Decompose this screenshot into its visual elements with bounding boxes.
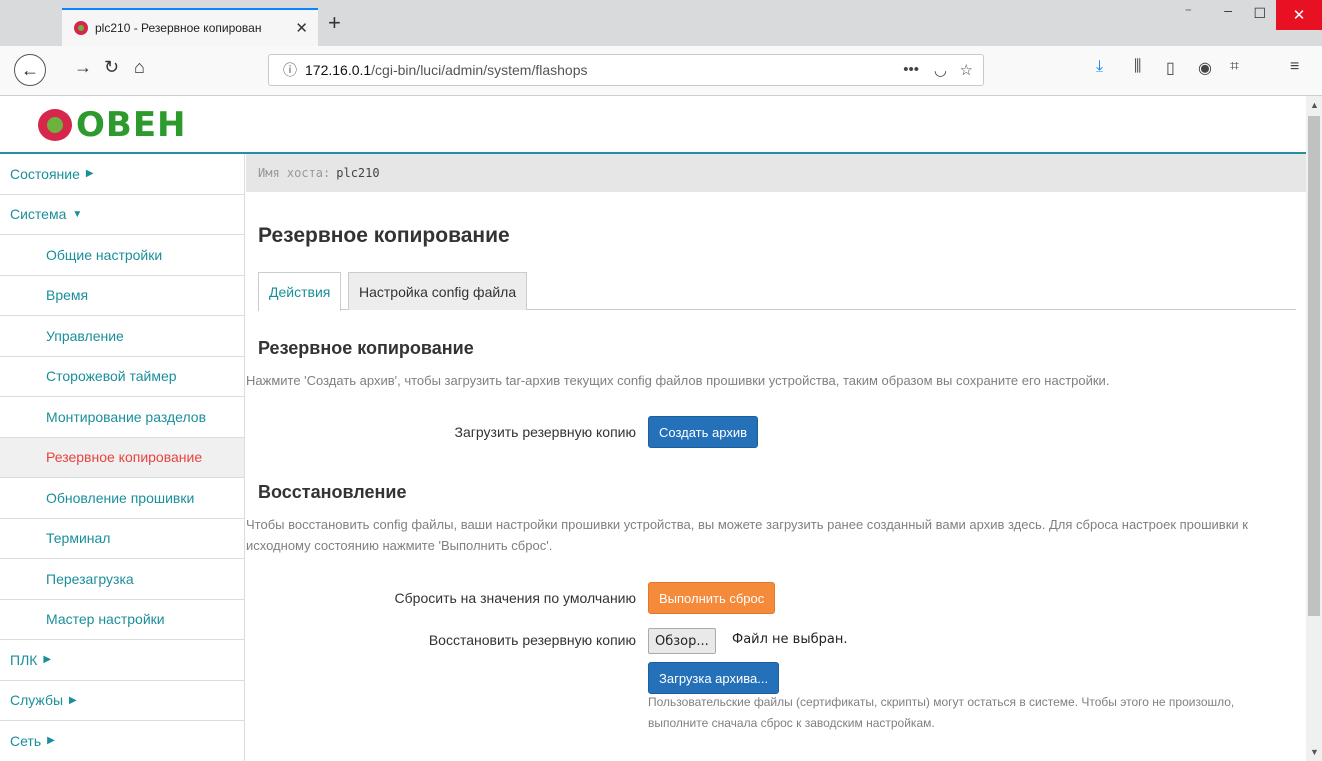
maximize-window-icon[interactable]: ☐ bbox=[1253, 5, 1266, 22]
sidebar-item-services[interactable]: Службы ▶ bbox=[0, 681, 244, 721]
sidebar-item-label: Обновление прошивки bbox=[46, 489, 195, 506]
sidebar-item-label: Общие настройки bbox=[46, 246, 163, 263]
forward-icon[interactable]: → bbox=[74, 57, 92, 78]
sidebar-item-label: Система bbox=[10, 206, 67, 223]
restore-backup-label: Восстановить резервную копию bbox=[428, 632, 636, 648]
home-icon[interactable]: ⌂ bbox=[134, 57, 145, 78]
no-file-selected-text: Файл не выбран. bbox=[732, 632, 848, 647]
sidebar-toggle-icon[interactable]: ▯ bbox=[1166, 58, 1175, 78]
main-content: Резервное копирование Действия Настройка… bbox=[246, 192, 1298, 761]
sidebar-item-label: Управление bbox=[46, 327, 124, 344]
caret-right-icon: ▶ bbox=[43, 654, 52, 666]
tab-actions[interactable]: Действия bbox=[258, 272, 342, 311]
sidebar-item-label: Сеть bbox=[10, 732, 42, 749]
web-page: ОВЕН Состояние ▶ Система ▼ Общие настройки… bbox=[0, 96, 1306, 761]
oven-logo[interactable]: ОВЕН bbox=[38, 108, 187, 142]
account-icon[interactable]: ◉ bbox=[1198, 58, 1212, 78]
restore-heading: Восстановление bbox=[258, 482, 407, 502]
browse-file-button[interactable]: Обзор... bbox=[648, 628, 716, 654]
page-actions-icon[interactable]: ••• bbox=[903, 61, 919, 78]
minimize-all-icon[interactable]: ⁻ bbox=[1185, 4, 1192, 21]
caret-right-icon: ▶ bbox=[85, 168, 94, 180]
reload-icon[interactable]: ↻ bbox=[104, 57, 119, 78]
sidebar-item-plc[interactable]: ПЛК ▶ bbox=[0, 640, 244, 681]
sidebar-item-label: Резервное копирование bbox=[46, 449, 203, 466]
logo-mark-icon bbox=[38, 109, 72, 141]
sidebar-item-label: Состояние bbox=[10, 165, 80, 182]
pocket-icon[interactable]: ◡ bbox=[934, 61, 947, 79]
page-tabs: Действия Настройка config файла bbox=[258, 272, 1296, 311]
restore-note: Пользовательские файлы (сертификаты, скр… bbox=[648, 695, 1235, 730]
url-host: 172.16.0.1 bbox=[305, 62, 372, 78]
sidebar-item-status[interactable]: Состояние ▶ bbox=[0, 154, 244, 195]
sidebar-item-label: Перезагрузка bbox=[46, 570, 134, 587]
sidebar: Состояние ▶ Система ▼ Общие настройки Врем… bbox=[0, 154, 245, 761]
download-backup-label: Загрузить резервную копию bbox=[454, 424, 636, 440]
scroll-down-icon[interactable]: ▼ bbox=[1310, 747, 1319, 757]
caret-down-icon: ▼ bbox=[72, 208, 83, 220]
sidebar-item-firmware-update[interactable]: Обновление прошивки bbox=[0, 478, 244, 519]
sidebar-item-watchdog[interactable]: Сторожевой таймер bbox=[0, 357, 244, 397]
address-bar[interactable]: ⓘ 172.16.0.1/cgi-bin/luci/admin/system/f… bbox=[268, 54, 984, 86]
sidebar-item-administration[interactable]: Управление bbox=[0, 316, 244, 357]
sidebar-item-reboot[interactable]: Перезагрузка bbox=[0, 559, 244, 600]
site-info-icon[interactable]: ⓘ bbox=[283, 60, 297, 80]
browser-navbar: ← → ↻ ⌂ ⓘ 172.16.0.1/cgi-bin/luci/admin/… bbox=[0, 46, 1322, 96]
hostname-label: Имя хоста: bbox=[258, 166, 331, 180]
caret-right-icon: ▶ bbox=[69, 694, 77, 706]
tab-config-settings[interactable]: Настройка config файла bbox=[348, 272, 528, 310]
reset-defaults-label: Сбросить на значения по умолчанию bbox=[394, 590, 636, 606]
tab-title: plc210 - Резервное копирован bbox=[95, 21, 262, 35]
back-button[interactable]: ← bbox=[14, 54, 46, 86]
favicon-icon bbox=[74, 21, 88, 35]
browser-tabbar: plc210 - Резервное копирован ✕ + ⁻ ‒ ☐ ✕ bbox=[0, 0, 1322, 46]
close-window-button[interactable]: ✕ bbox=[1276, 0, 1322, 30]
caret-right-icon: ▶ bbox=[47, 735, 55, 747]
sidebar-item-label: Время bbox=[46, 287, 89, 304]
logo-text: ОВЕН bbox=[76, 105, 187, 145]
sidebar-item-general-settings[interactable]: Общие настройки bbox=[0, 235, 244, 276]
perform-reset-button[interactable]: Выполнить сброс bbox=[648, 582, 776, 614]
scroll-up-icon[interactable]: ▲ bbox=[1310, 100, 1319, 110]
sidebar-item-terminal[interactable]: Терминал bbox=[0, 519, 244, 559]
close-tab-icon[interactable]: ✕ bbox=[295, 19, 308, 37]
backup-description: Нажмите 'Создать архив', чтобы загрузить… bbox=[246, 373, 1110, 388]
scroll-thumb[interactable] bbox=[1308, 116, 1320, 616]
sidebar-item-backup[interactable]: Резервное копирование bbox=[0, 437, 244, 478]
menu-icon[interactable]: ≡ bbox=[1290, 58, 1299, 76]
create-archive-button[interactable]: Создать архив bbox=[648, 416, 758, 448]
restore-description: Чтобы восстановить config файлы, ваши на… bbox=[246, 517, 1248, 553]
downloads-icon[interactable]: ⤓ bbox=[1096, 58, 1103, 76]
upload-archive-button[interactable]: Загрузка архива... bbox=[648, 662, 780, 694]
sidebar-item-label: Мастер настройки bbox=[46, 611, 165, 628]
new-tab-button[interactable]: + bbox=[328, 12, 341, 34]
hostname-bar: Имя хоста: plc210 bbox=[246, 154, 1306, 192]
sidebar-item-label: Сторожевой таймер bbox=[46, 368, 177, 385]
sidebar-item-network[interactable]: Сеть ▶ bbox=[0, 721, 244, 761]
sidebar-item-label: Службы bbox=[10, 692, 64, 709]
hostname-value: plc210 bbox=[336, 166, 380, 180]
browser-tab[interactable]: plc210 - Резервное копирован ✕ bbox=[62, 8, 318, 46]
backup-heading: Резервное копирование bbox=[258, 338, 474, 358]
screenshot-icon[interactable]: ⌗ bbox=[1230, 58, 1239, 76]
library-icon[interactable]: ⫼ bbox=[1134, 58, 1141, 76]
sidebar-item-label: ПЛК bbox=[10, 651, 38, 668]
url-path: /cgi-bin/luci/admin/system/flashops bbox=[371, 62, 588, 78]
sidebar-item-mount-points[interactable]: Монтирование разделов bbox=[0, 397, 244, 438]
sidebar-item-system[interactable]: Система ▼ bbox=[0, 195, 244, 235]
bookmark-star-icon[interactable]: ☆ bbox=[960, 61, 973, 79]
page-title: Резервное копирование bbox=[258, 224, 510, 247]
sidebar-item-setup-wizard[interactable]: Мастер настройки bbox=[0, 600, 244, 640]
minimize-window-icon[interactable]: ‒ bbox=[1224, 2, 1232, 18]
sidebar-item-label: Терминал bbox=[46, 530, 111, 547]
sidebar-item-time[interactable]: Время bbox=[0, 276, 244, 316]
page-scrollbar[interactable]: ▲ ▼ bbox=[1306, 96, 1322, 761]
sidebar-item-label: Монтирование разделов bbox=[46, 408, 207, 425]
page-header: ОВЕН bbox=[0, 96, 1306, 154]
